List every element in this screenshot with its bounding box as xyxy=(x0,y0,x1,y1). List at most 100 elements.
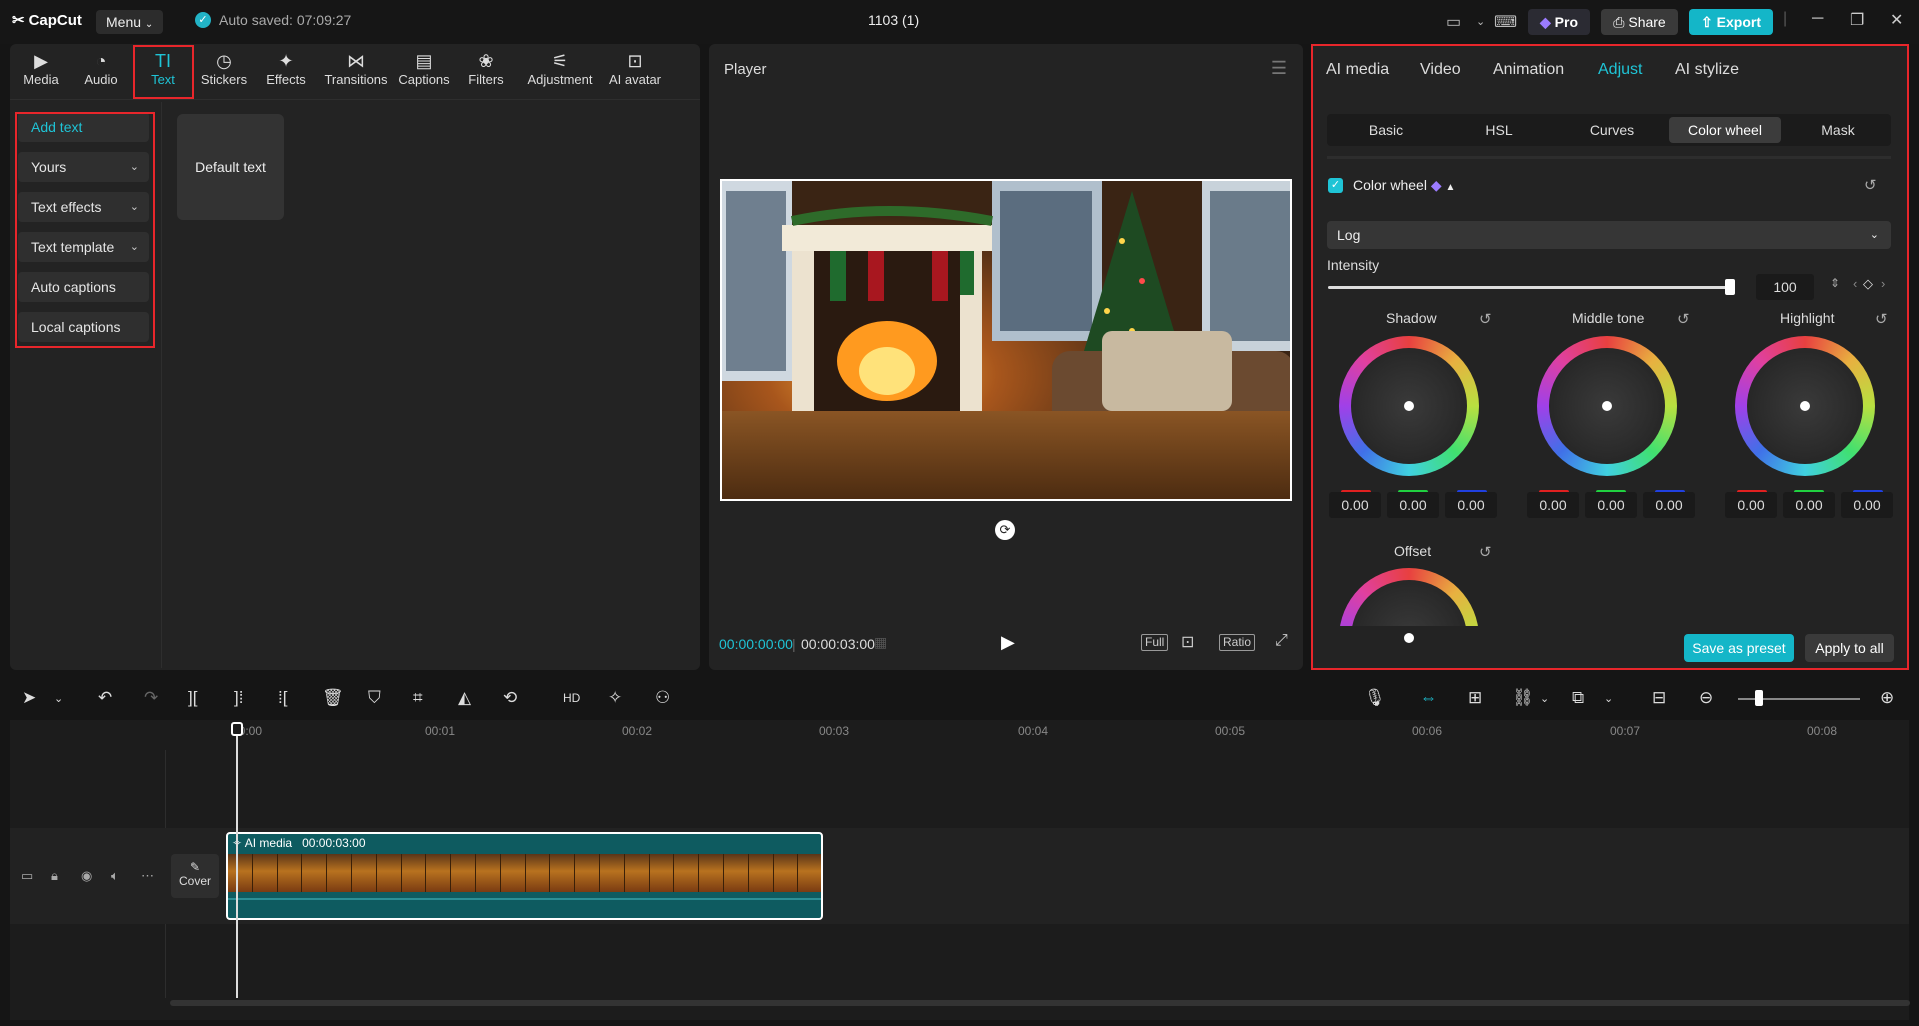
timeline-zoom-handle[interactable] xyxy=(1755,690,1763,706)
wheel-handle[interactable] xyxy=(1404,633,1414,643)
autosave-status: ✓ Auto saved: 07:09:27 xyxy=(195,12,351,28)
tab-label: Media xyxy=(23,72,59,87)
share-button[interactable]: ⎙ Share xyxy=(1601,9,1678,35)
ruler-tick: 00:05 xyxy=(1215,724,1246,738)
zoom-in-icon[interactable]: ⊕ xyxy=(1880,688,1894,708)
restore-icon[interactable]: ❐ xyxy=(1850,10,1864,30)
ratio-button[interactable]: Ratio xyxy=(1219,634,1256,651)
tab-transitions[interactable]: ⋈ Transitions xyxy=(323,50,389,98)
autosave-text: Auto saved: 07:09:27 xyxy=(219,12,352,28)
eye-icon[interactable]: ◉ xyxy=(81,868,92,884)
highlight-box xyxy=(15,112,155,348)
chevron-down-icon[interactable]: ⌄ xyxy=(1604,692,1613,705)
wheel-handle[interactable] xyxy=(1800,401,1810,411)
pro-button[interactable]: ◆ Pro xyxy=(1528,9,1590,35)
select-cursor-icon[interactable]: ➤ xyxy=(22,688,36,708)
capcut-logo: ✂ CapCut xyxy=(12,11,82,30)
hamburger-menu-icon[interactable]: ☰ xyxy=(1271,58,1287,79)
zoom-fit-icon[interactable]: ⊡ xyxy=(1181,632,1194,652)
link-icon[interactable]: ⛓ xyxy=(1512,688,1534,708)
current-time: 00:00:00:00 xyxy=(719,636,793,652)
magic-wand-icon[interactable]: ✧ xyxy=(608,688,622,708)
time-separator: | xyxy=(792,636,796,652)
chevron-down-icon: ⌄ xyxy=(144,19,154,30)
split-icon[interactable]: ][ xyxy=(188,688,197,708)
person-effect-icon[interactable]: ⚇ xyxy=(655,688,670,708)
media-panel: ▶ Media ◔ Audio TI Text ◷ Stickers ✦ Effects … xyxy=(10,44,700,670)
transitions-icon: ⋈ xyxy=(347,51,365,71)
hd-icon[interactable]: HD xyxy=(563,691,580,705)
clip-duration: 00:00:03:00 xyxy=(302,836,366,850)
highlight-box xyxy=(133,45,194,99)
wheel-handle[interactable] xyxy=(1602,401,1612,411)
microphone-icon[interactable]: 🎙 xyxy=(1364,688,1386,708)
gem-icon: ◆ xyxy=(1539,14,1551,30)
ruler-tick: 00:04 xyxy=(1018,724,1049,738)
more-icon[interactable]: ⋯ xyxy=(141,868,154,884)
share-label: Share xyxy=(1628,14,1666,30)
check-circle-icon: ✓ xyxy=(195,12,211,28)
layout-icon[interactable]: ▭ xyxy=(1446,12,1461,32)
split-left-icon[interactable]: ]⁞ xyxy=(234,688,243,708)
cover-button[interactable]: ✎ Cover xyxy=(171,854,219,898)
preview-axis-icon[interactable]: ⧉ xyxy=(1572,688,1584,708)
effects-icon: ✦ xyxy=(278,51,294,71)
tab-label: Audio xyxy=(84,72,118,87)
tab-stickers[interactable]: ◷ Stickers xyxy=(195,50,253,98)
chevron-down-icon[interactable]: ⌄ xyxy=(54,692,63,705)
edit-icon: ✎ xyxy=(189,860,201,874)
tab-effects[interactable]: ✦ Effects xyxy=(257,50,315,98)
video-clip[interactable]: ✧ AI media 00:00:03:00 xyxy=(226,832,823,920)
shield-icon[interactable]: ⛉ xyxy=(368,688,381,708)
export-button[interactable]: ⇧ Export xyxy=(1689,9,1773,35)
grid-icon[interactable]: ▦ xyxy=(874,634,887,651)
tab-ai-avatar[interactable]: ⊡ AI avatar xyxy=(600,50,670,98)
close-icon[interactable]: ✕ xyxy=(1890,10,1903,30)
app-name: CapCut xyxy=(28,11,82,29)
menu-button[interactable]: Menu ⌄ xyxy=(96,10,164,34)
delete-icon[interactable]: 🗑 xyxy=(322,688,344,708)
track-video-icon[interactable]: ▭ xyxy=(21,868,33,884)
rotate-icon[interactable]: ⟲ xyxy=(503,688,517,708)
magnet-link-icon[interactable]: ⇔ xyxy=(1420,688,1437,708)
zoom-out-icon[interactable]: ⊖ xyxy=(1699,688,1713,708)
tab-captions[interactable]: ▤ Captions xyxy=(395,50,453,98)
lock-icon[interactable]: 🔒︎ xyxy=(51,868,58,884)
capcut-logo-icon: ✂ xyxy=(12,12,25,29)
playhead-handle[interactable] xyxy=(231,722,243,736)
playhead[interactable] xyxy=(236,728,238,998)
ruler-tick: 00:02 xyxy=(622,724,653,738)
tab-label: Effects xyxy=(266,72,306,87)
chevron-down-icon[interactable]: ⌄ xyxy=(1540,692,1549,705)
caption-icon[interactable]: ⊟ xyxy=(1652,688,1666,708)
mirror-icon[interactable]: ◭ xyxy=(458,688,471,708)
tab-audio[interactable]: ◔ Audio xyxy=(72,50,130,98)
redo-icon[interactable]: ↷ xyxy=(144,688,158,708)
minimize-icon[interactable]: ─ xyxy=(1812,10,1823,28)
video-preview[interactable] xyxy=(720,179,1292,501)
cover-label: Cover xyxy=(178,874,211,888)
horizontal-scrollbar[interactable] xyxy=(170,1000,1910,1006)
tab-label: Captions xyxy=(398,72,450,87)
default-text-card[interactable]: Default text xyxy=(177,114,284,220)
undo-icon[interactable]: ↶ xyxy=(98,688,112,708)
wheel-handle[interactable] xyxy=(1404,401,1414,411)
tab-media[interactable]: ▶ Media xyxy=(12,50,70,98)
play-button[interactable]: ▶ xyxy=(1001,632,1015,653)
ruler-tick: 00:06 xyxy=(1412,724,1443,738)
rotate-icon[interactable]: ⟳ xyxy=(995,520,1015,540)
project-title: 1103 (1) xyxy=(868,12,920,28)
full-button[interactable]: Full xyxy=(1141,634,1169,651)
chevron-down-icon[interactable]: ⌄ xyxy=(1476,15,1485,28)
split-right-icon[interactable]: ⁞[ xyxy=(278,688,287,708)
crop-icon[interactable]: ⌗ xyxy=(413,688,423,708)
fullscreen-icon[interactable]: ⤢ xyxy=(1275,632,1288,650)
snap-icon[interactable]: ⊞ xyxy=(1468,688,1482,708)
keyboard-icon[interactable]: ⌨ xyxy=(1494,12,1517,32)
tab-filters[interactable]: ❀ Filters xyxy=(457,50,515,98)
media-icon: ▶ xyxy=(34,51,48,71)
tab-adjustment[interactable]: ⚟ Adjustment xyxy=(523,50,597,98)
ruler-tick: 00:01 xyxy=(425,724,456,738)
speaker-icon[interactable]: 🔈︎ xyxy=(111,868,119,884)
timeline[interactable]: 00:00 00:01 00:02 00:03 00:04 00:05 00:0… xyxy=(10,720,1910,1020)
